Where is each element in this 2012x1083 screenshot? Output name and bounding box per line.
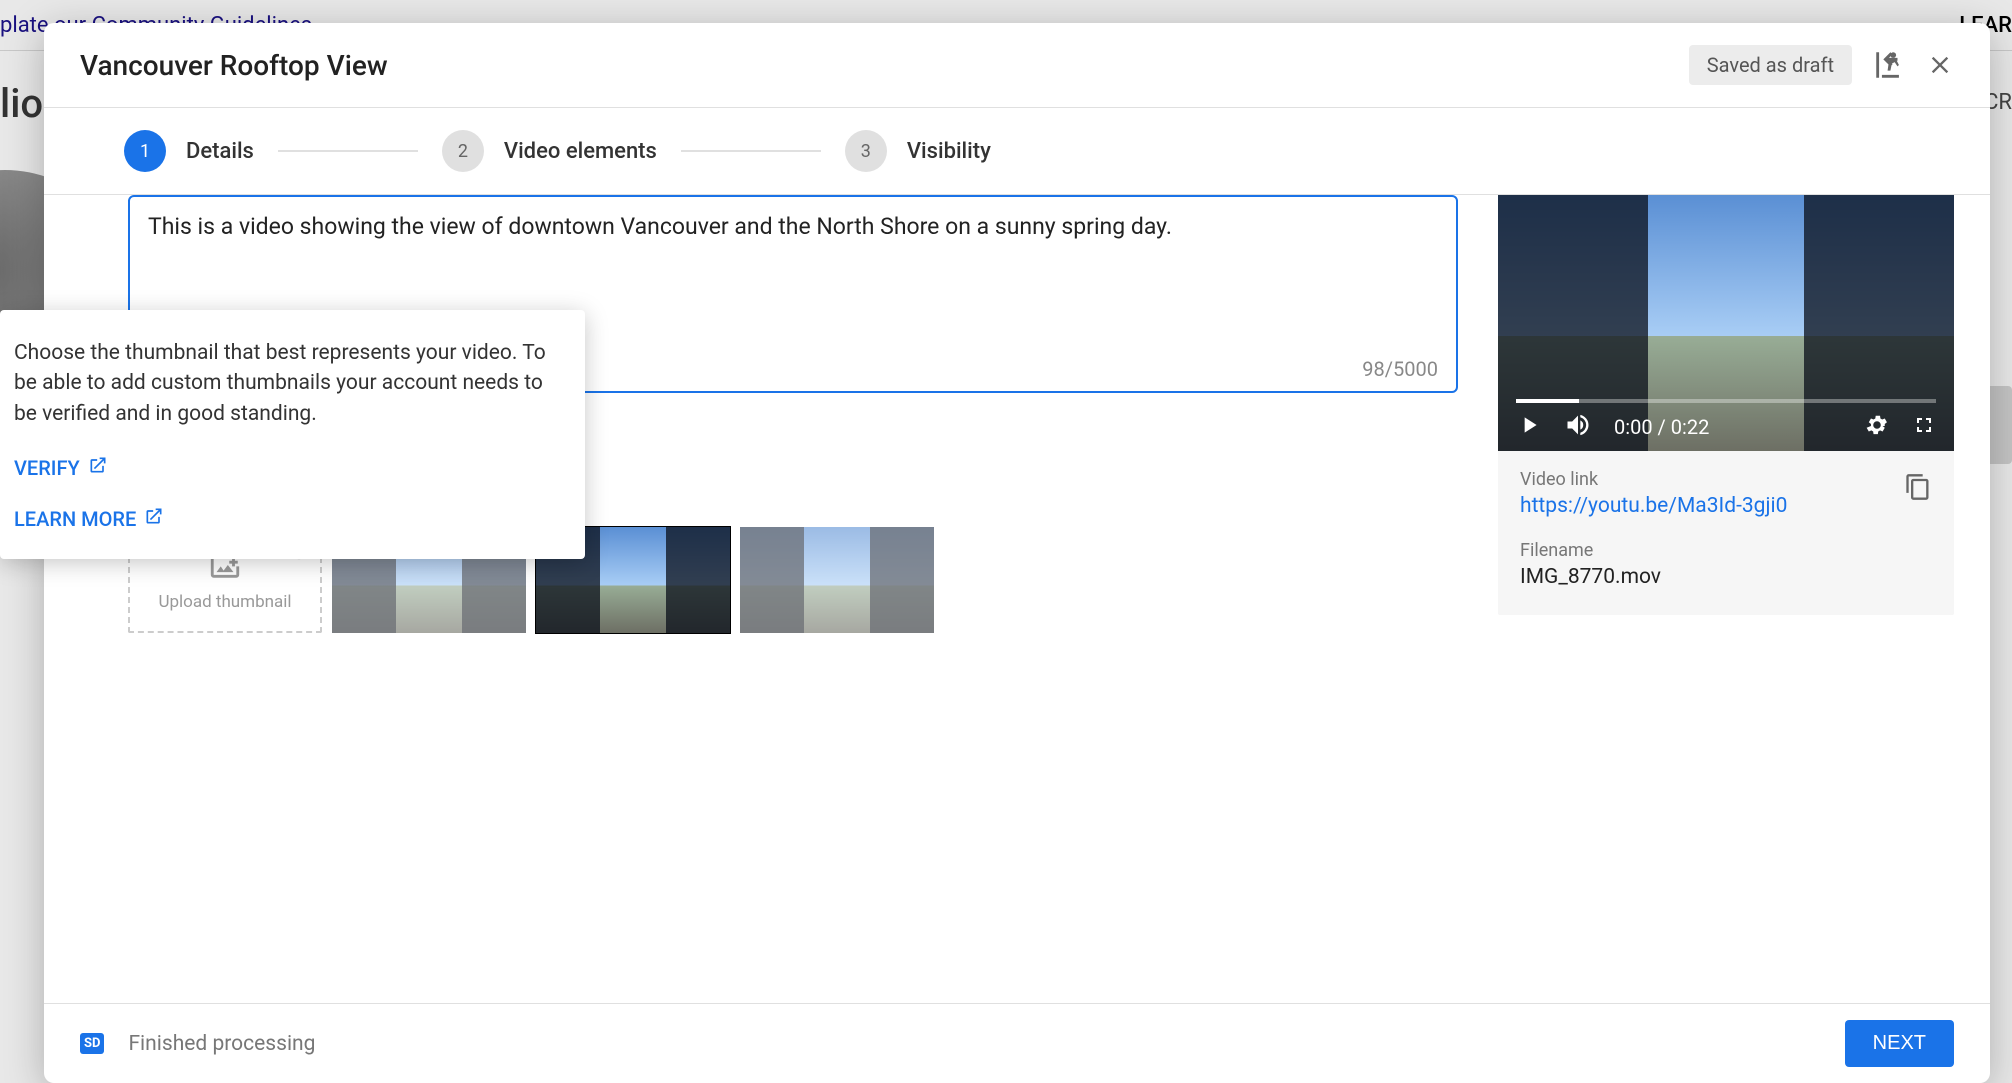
verify-label: VERIFY <box>14 456 80 480</box>
step-details[interactable]: 1 Details <box>124 130 254 172</box>
filename-value: IMG_8770.mov <box>1520 565 1932 589</box>
step-visibility[interactable]: 3 Visibility <box>845 130 991 172</box>
seek-bar[interactable] <box>1516 399 1936 403</box>
volume-icon[interactable] <box>1564 411 1592 443</box>
step-number: 3 <box>845 130 887 172</box>
filename-label: Filename <box>1520 540 1932 561</box>
video-link[interactable]: https://youtu.be/Ma3Id-3gji0 <box>1520 494 1932 518</box>
modal-title: Vancouver Rooftop View <box>80 49 1669 82</box>
auto-thumbnail-3[interactable] <box>740 527 934 633</box>
step-number: 2 <box>442 130 484 172</box>
description-counter: 98/5000 <box>1362 357 1438 381</box>
external-link-icon <box>144 506 164 531</box>
processing-status: Finished processing <box>128 1032 1820 1056</box>
step-number: 1 <box>124 130 166 172</box>
thumbnail-tooltip: Choose the thumbnail that best represent… <box>0 310 585 559</box>
settings-icon[interactable] <box>1864 412 1890 442</box>
step-video-elements[interactable]: 2 Video elements <box>442 130 657 172</box>
modal-header: Vancouver Rooftop View Saved as draft <box>44 23 1990 107</box>
save-status-chip: Saved as draft <box>1689 45 1852 85</box>
step-label: Video elements <box>504 139 657 164</box>
preview-card: 0:00 / 0:22 Video link https://youtu.be/… <box>1498 195 1954 615</box>
step-connector <box>278 150 418 152</box>
player-time: 0:00 / 0:22 <box>1614 415 1709 439</box>
preview-column: 0:00 / 0:22 Video link https://youtu.be/… <box>1498 195 1954 983</box>
close-button[interactable] <box>1926 51 1954 79</box>
exit-icon <box>1872 48 1906 82</box>
copy-icon[interactable] <box>1904 473 1932 505</box>
external-link-icon <box>88 455 108 480</box>
upload-thumbnail-label: Upload thumbnail <box>158 592 291 612</box>
step-connector <box>681 150 821 152</box>
video-meta: Video link https://youtu.be/Ma3Id-3gji0 … <box>1498 451 1954 615</box>
modal-footer: SD Finished processing NEXT <box>44 1003 1990 1083</box>
stepper: 1 Details 2 Video elements 3 Visibility <box>44 108 1990 194</box>
bg-studio-text: lio <box>0 80 43 127</box>
learn-more-label: LEARN MORE <box>14 507 136 531</box>
fullscreen-icon[interactable] <box>1912 413 1936 441</box>
video-player[interactable]: 0:00 / 0:22 <box>1498 195 1954 451</box>
player-controls: 0:00 / 0:22 <box>1498 411 1954 451</box>
play-icon[interactable] <box>1516 412 1542 442</box>
description-text: This is a video showing the view of down… <box>148 209 1436 245</box>
step-label: Visibility <box>907 139 991 164</box>
sd-badge: SD <box>80 1033 104 1054</box>
verify-link[interactable]: VERIFY <box>14 455 108 480</box>
video-link-label: Video link <box>1520 469 1932 490</box>
step-label: Details <box>186 139 254 164</box>
tooltip-body: Choose the thumbnail that best represent… <box>14 338 569 429</box>
learn-more-link[interactable]: LEARN MORE <box>14 506 164 531</box>
next-button[interactable]: NEXT <box>1845 1020 1954 1067</box>
